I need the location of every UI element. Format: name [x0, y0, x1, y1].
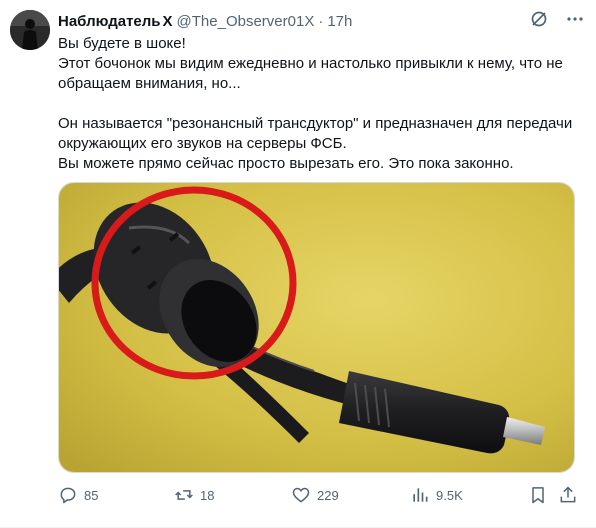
- like-icon: [292, 487, 310, 503]
- like-count: 229: [317, 487, 339, 503]
- cable-ferrite-photo: [59, 183, 574, 472]
- separator: ·: [318, 12, 324, 30]
- text-line: Вы можете прямо сейчас просто вырезать е…: [58, 155, 514, 172]
- grok-icon[interactable]: [528, 8, 550, 30]
- avatar-image: [10, 10, 50, 50]
- views-icon: [413, 488, 428, 502]
- repost-icon: [175, 490, 193, 500]
- text-line: окружающих его звуков на серверы ФСБ.: [58, 135, 347, 152]
- views-count: 9.5K: [436, 487, 463, 503]
- bookmark-icon: [532, 487, 544, 504]
- repost-button[interactable]: 18: [174, 484, 214, 506]
- tweet: Наблюдатель X @The_Observer01X · 17h Вы …: [0, 0, 596, 528]
- share-button[interactable]: [558, 484, 578, 506]
- header-actions: [528, 8, 586, 30]
- action-bar: 85 18 229 9.5K: [58, 484, 588, 506]
- text-line: Он называется "резонансный трансдуктор" …: [58, 115, 573, 132]
- timestamp[interactable]: 17h: [327, 13, 352, 30]
- like-button[interactable]: 229: [291, 484, 339, 506]
- text-line: обращаем внимания, но...: [58, 75, 241, 92]
- views-button[interactable]: 9.5K: [410, 484, 463, 506]
- reply-button[interactable]: 85: [58, 484, 98, 506]
- tweet-photo[interactable]: [58, 182, 575, 473]
- x-badge: X: [162, 12, 173, 30]
- bookmark-button[interactable]: [528, 484, 548, 506]
- author-name[interactable]: Наблюдатель: [58, 13, 161, 30]
- repost-count: 18: [200, 487, 215, 503]
- text-line: Этот бочонок мы видим ежедневно и настол…: [58, 55, 563, 72]
- author-handle[interactable]: @The_Observer01X: [177, 13, 315, 30]
- reply-count: 85: [84, 487, 99, 503]
- reply-icon: [60, 487, 76, 504]
- more-icon[interactable]: [564, 8, 586, 30]
- tweet-text: Вы будете в шоке! Этот бочонок мы видим …: [58, 34, 588, 174]
- share-icon: [560, 486, 576, 503]
- avatar[interactable]: [10, 10, 50, 50]
- text-line: Вы будете в шоке!: [58, 35, 186, 52]
- tweet-header: Наблюдатель X @The_Observer01X · 17h: [58, 11, 352, 31]
